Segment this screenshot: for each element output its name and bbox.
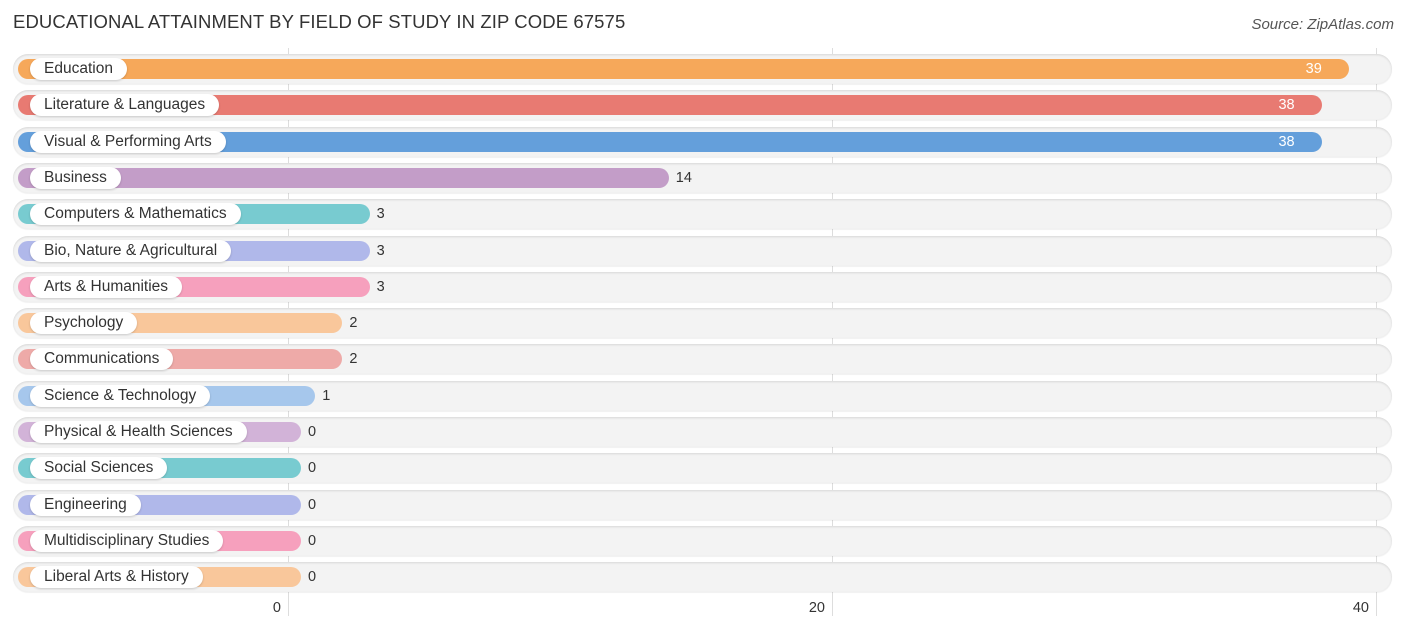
- data-label: 3: [376, 206, 385, 223]
- category-label: Business: [30, 166, 121, 189]
- data-label: 2: [349, 315, 358, 332]
- category-label: Physical & Health Sciences: [30, 421, 247, 443]
- category-label: Liberal Arts & History: [30, 566, 203, 589]
- category-label: Computers & Mathematics: [30, 203, 241, 226]
- category-label: Education: [30, 58, 127, 80]
- category-label: Literature & Languages: [30, 94, 220, 117]
- data-label: 0: [308, 496, 317, 513]
- data-label: 38: [1278, 133, 1295, 150]
- category-label: Science & Technology: [30, 384, 211, 407]
- data-label: 0: [308, 460, 317, 477]
- data-label: 38: [1278, 97, 1295, 114]
- data-label: 0: [308, 569, 317, 586]
- x-tick-label: 0: [272, 600, 281, 616]
- chart-title: EDUCATIONAL ATTAINMENT BY FIELD OF STUDY…: [13, 11, 626, 32]
- bar: [18, 59, 1349, 79]
- data-label: 1: [322, 387, 331, 404]
- data-label: 3: [376, 242, 385, 259]
- source-label: Source: ZipAtlas.com: [1251, 16, 1394, 33]
- category-label: Communications: [30, 348, 174, 371]
- data-label: 14: [675, 169, 692, 186]
- data-label: 39: [1305, 61, 1322, 77]
- data-label: 0: [308, 424, 317, 440]
- data-label: 3: [376, 278, 385, 295]
- category-label: Arts & Humanities: [30, 275, 183, 298]
- data-label: 0: [308, 532, 317, 549]
- category-label: Social Sciences: [30, 457, 168, 480]
- x-tick-label: 20: [808, 600, 825, 616]
- category-label: Multidisciplinary Studies: [30, 529, 224, 552]
- data-label: 2: [349, 351, 358, 368]
- category-label: Bio, Nature & Agricultural: [30, 239, 232, 262]
- category-label: Psychology: [30, 312, 138, 335]
- category-label: Engineering: [30, 493, 141, 516]
- x-tick-label: 40: [1352, 600, 1369, 616]
- category-label: Visual & Performing Arts: [30, 130, 226, 153]
